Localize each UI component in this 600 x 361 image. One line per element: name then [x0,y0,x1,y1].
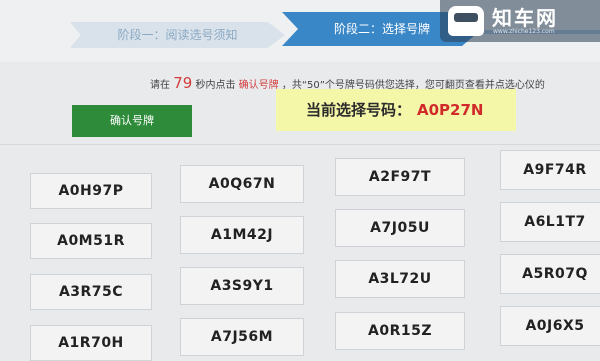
plate-option[interactable]: A1R70H [30,325,152,361]
car-logo-icon [448,6,484,36]
instruction-confirm-word: 确认号牌 [238,80,279,91]
instruction-before: 请在 [150,80,170,91]
plate-option[interactable]: A1M42J [180,216,304,254]
watermark-url: www.zhiche123.com [493,28,555,35]
plate-option[interactable]: A0Q67N [180,165,304,203]
instruction-after-seconds: 秒内点击 [195,80,236,91]
watermark-title: 知车网 [492,6,558,30]
plate-option[interactable]: A2F97T [335,158,465,196]
plate-option[interactable]: A0M51R [30,223,152,259]
plate-option[interactable]: A6L1T7 [500,202,600,242]
plate-option[interactable]: A7J56M [180,318,304,356]
plate-option[interactable]: A3R75C [30,274,152,310]
confirm-plate-button[interactable]: 确认号牌 [72,105,192,137]
plate-option[interactable]: A0J6X5 [500,306,600,346]
plate-option[interactable]: A7J05U [335,209,465,247]
step-one: 阶段一：阅读选号须知 [70,22,285,48]
countdown-seconds: 79 [173,74,193,92]
plate-option[interactable]: A5R07Q [500,254,600,294]
plate-option[interactable]: A3L72U [335,260,465,298]
plate-option[interactable]: A0R15Z [335,312,465,350]
plate-option[interactable]: A3S9Y1 [180,267,304,305]
current-selection: 当前选择号码： A0P27N [276,89,516,131]
divider [0,144,600,145]
watermark: 知车网 www.zhiche123.com [440,0,600,42]
plate-option[interactable]: A9F74R [500,150,600,190]
current-selection-label: 当前选择号码： [306,101,412,119]
plate-option[interactable]: A0H97P [30,173,152,209]
current-selection-value: A0P27N [417,101,484,119]
